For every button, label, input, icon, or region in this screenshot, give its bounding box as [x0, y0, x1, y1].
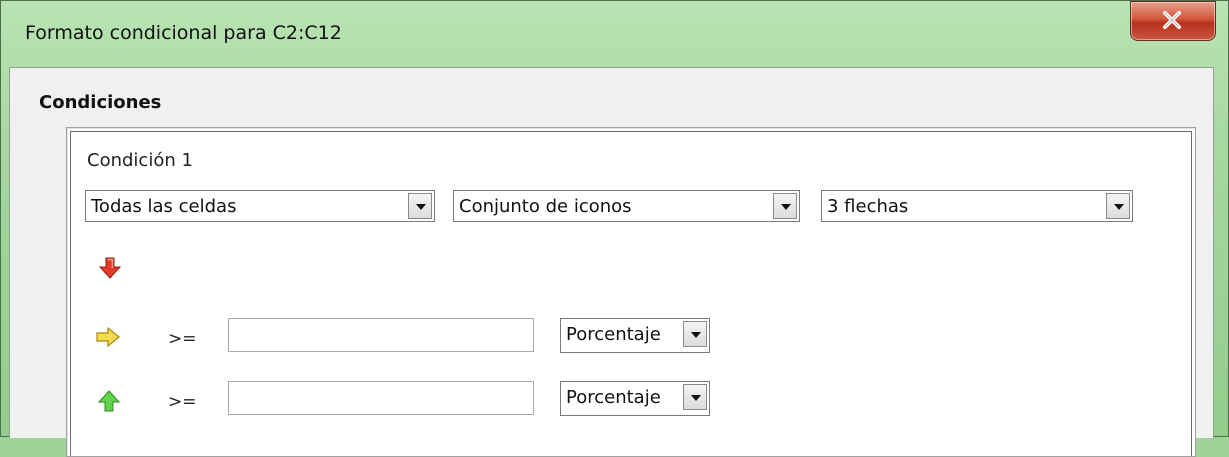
- chevron-down-icon: [1114, 204, 1124, 210]
- operator-label: >=: [168, 392, 197, 412]
- unit-select-2[interactable]: Porcentaje: [560, 381, 710, 416]
- apply-to-value: Todas las celdas: [91, 196, 237, 217]
- unit-value-1: Porcentaje: [566, 324, 661, 345]
- green-up-arrow-icon: [97, 390, 121, 416]
- condition-type-select[interactable]: Conjunto de iconos: [453, 190, 800, 222]
- dialog-body: Condiciones Condición 1 Todas las celdas…: [9, 67, 1214, 457]
- icon-set-dropdown-button[interactable]: [1106, 193, 1130, 219]
- icon-set-value: 3 flechas: [827, 196, 909, 217]
- condition-type-dropdown-button[interactable]: [773, 193, 797, 219]
- chevron-down-icon: [781, 204, 791, 210]
- unit-dropdown-button-1[interactable]: [683, 321, 707, 347]
- condition-label: Condición 1: [87, 150, 193, 171]
- icon-set-select[interactable]: 3 flechas: [821, 190, 1133, 222]
- yellow-right-arrow-icon: [96, 326, 120, 351]
- condition-type-value: Conjunto de iconos: [459, 196, 632, 217]
- apply-to-select[interactable]: Todas las celdas: [85, 190, 435, 222]
- dialog-window: Formato condicional para C2:C12 Condicio…: [0, 0, 1229, 457]
- unit-value-2: Porcentaje: [566, 387, 661, 408]
- chevron-down-icon: [416, 204, 426, 210]
- unit-dropdown-button-2[interactable]: [683, 384, 707, 410]
- close-icon: [1163, 11, 1181, 29]
- condition-panel: Condición 1 Todas las celdas Conjunto de…: [66, 127, 1196, 457]
- chevron-down-icon: [691, 395, 701, 401]
- title-bar[interactable]: Formato condicional para C2:C12: [1, 1, 1228, 67]
- window-title: Formato condicional para C2:C12: [25, 22, 342, 44]
- chevron-down-icon: [691, 332, 701, 338]
- value-input-2[interactable]: [228, 381, 534, 415]
- operator-label: >=: [168, 329, 197, 349]
- red-down-arrow-icon: [98, 257, 122, 283]
- value-input-1[interactable]: [228, 318, 534, 352]
- unit-select-1[interactable]: Porcentaje: [560, 318, 710, 353]
- condition-inner: Condición 1 Todas las celdas Conjunto de…: [70, 131, 1192, 456]
- apply-to-dropdown-button[interactable]: [408, 193, 432, 219]
- section-title: Condiciones: [39, 92, 162, 113]
- close-button[interactable]: [1130, 1, 1216, 41]
